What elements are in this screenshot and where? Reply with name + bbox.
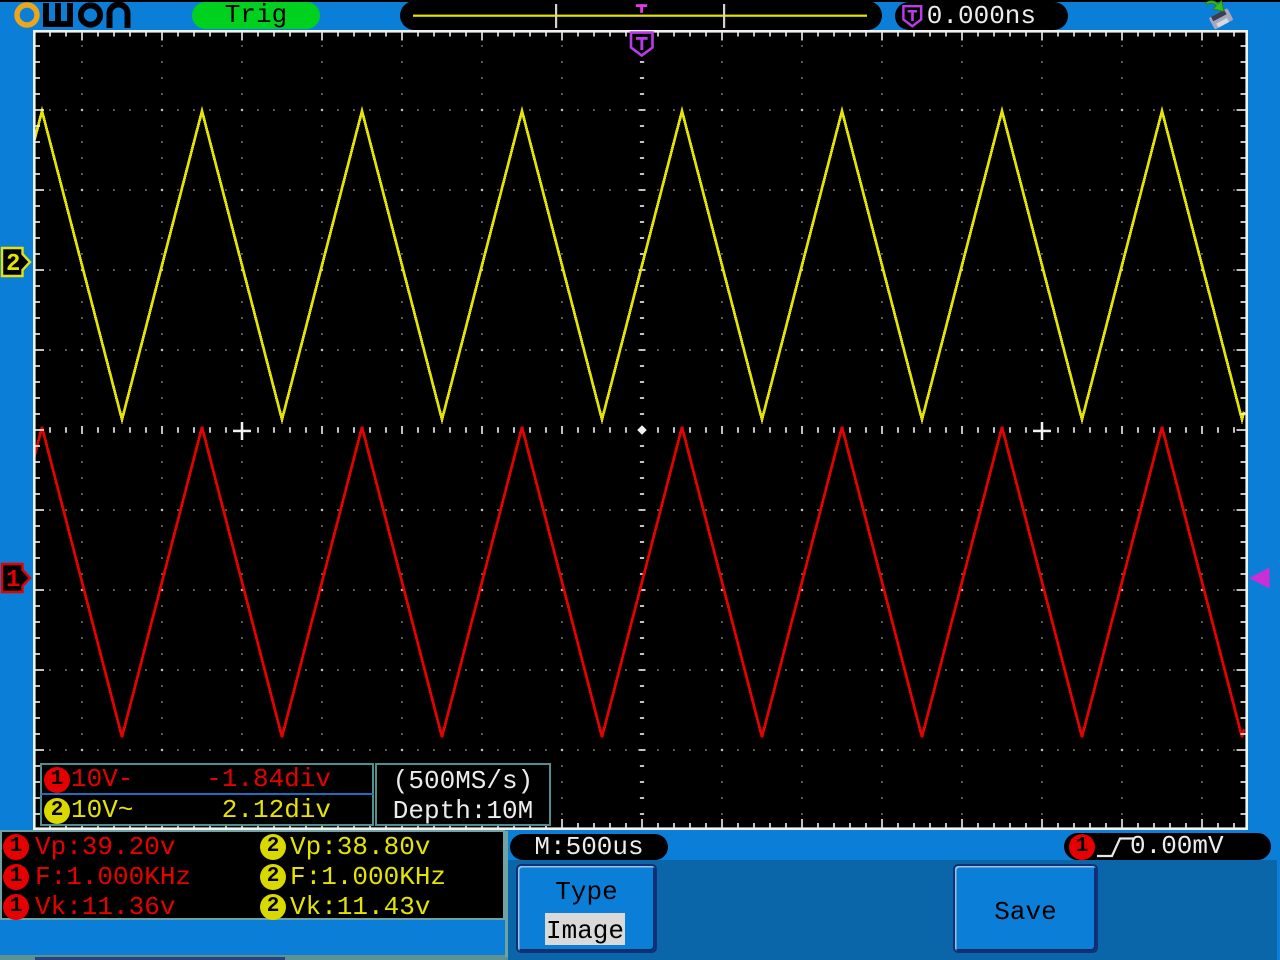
svg-text:2: 2	[6, 251, 20, 278]
svg-text:1: 1	[6, 567, 20, 594]
